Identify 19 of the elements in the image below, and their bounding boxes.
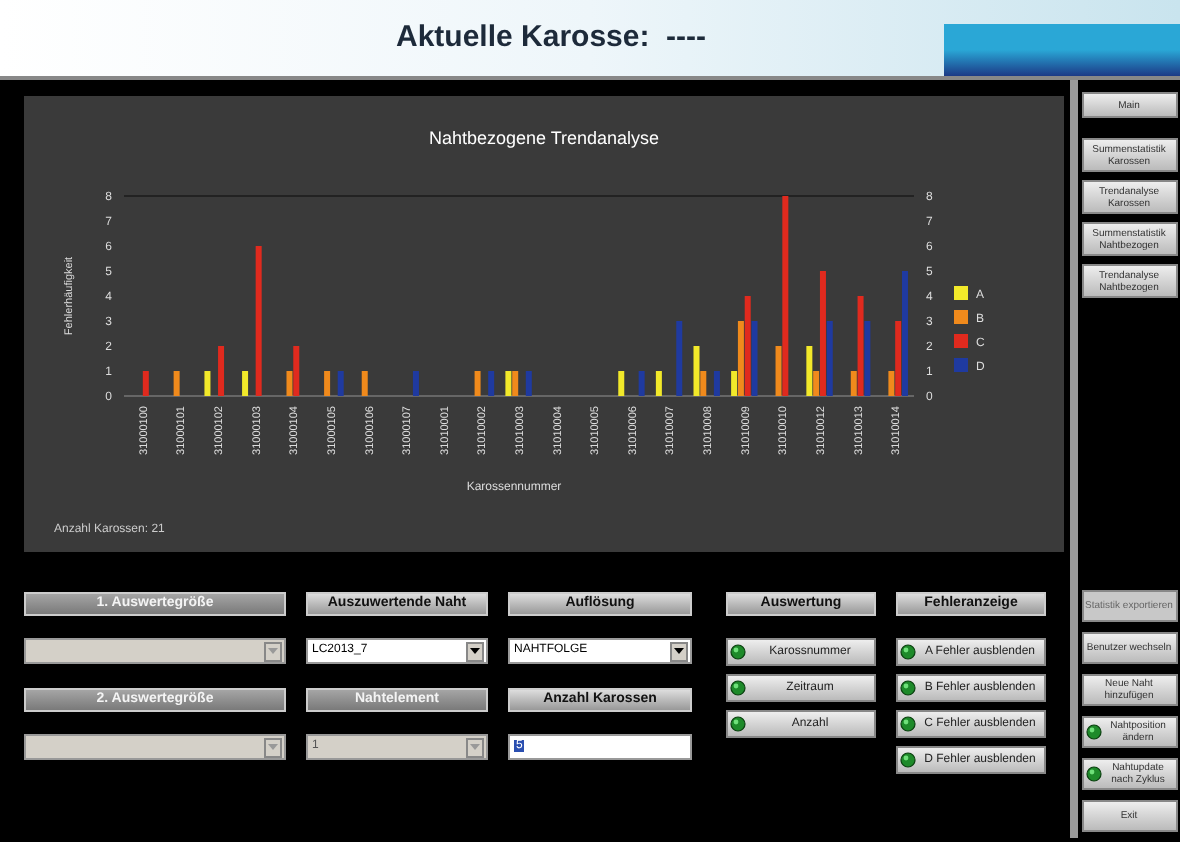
bar xyxy=(324,371,331,396)
bar xyxy=(525,371,532,396)
bar xyxy=(218,346,225,396)
bar xyxy=(713,371,720,396)
bar xyxy=(638,371,645,396)
bar xyxy=(242,371,249,396)
bar xyxy=(488,371,495,396)
bar xyxy=(676,321,683,396)
bar xyxy=(412,371,419,396)
chart-title: Nahtbezogene Trendanalyse xyxy=(428,128,660,148)
bar xyxy=(474,371,481,396)
bar xyxy=(142,371,149,396)
window-title: Aktuelle Karosse: ---- xyxy=(396,17,707,58)
bar xyxy=(204,371,211,396)
bar xyxy=(173,371,180,396)
bar xyxy=(337,371,344,396)
bar xyxy=(618,371,625,396)
bar xyxy=(361,371,368,396)
bar xyxy=(655,371,662,396)
